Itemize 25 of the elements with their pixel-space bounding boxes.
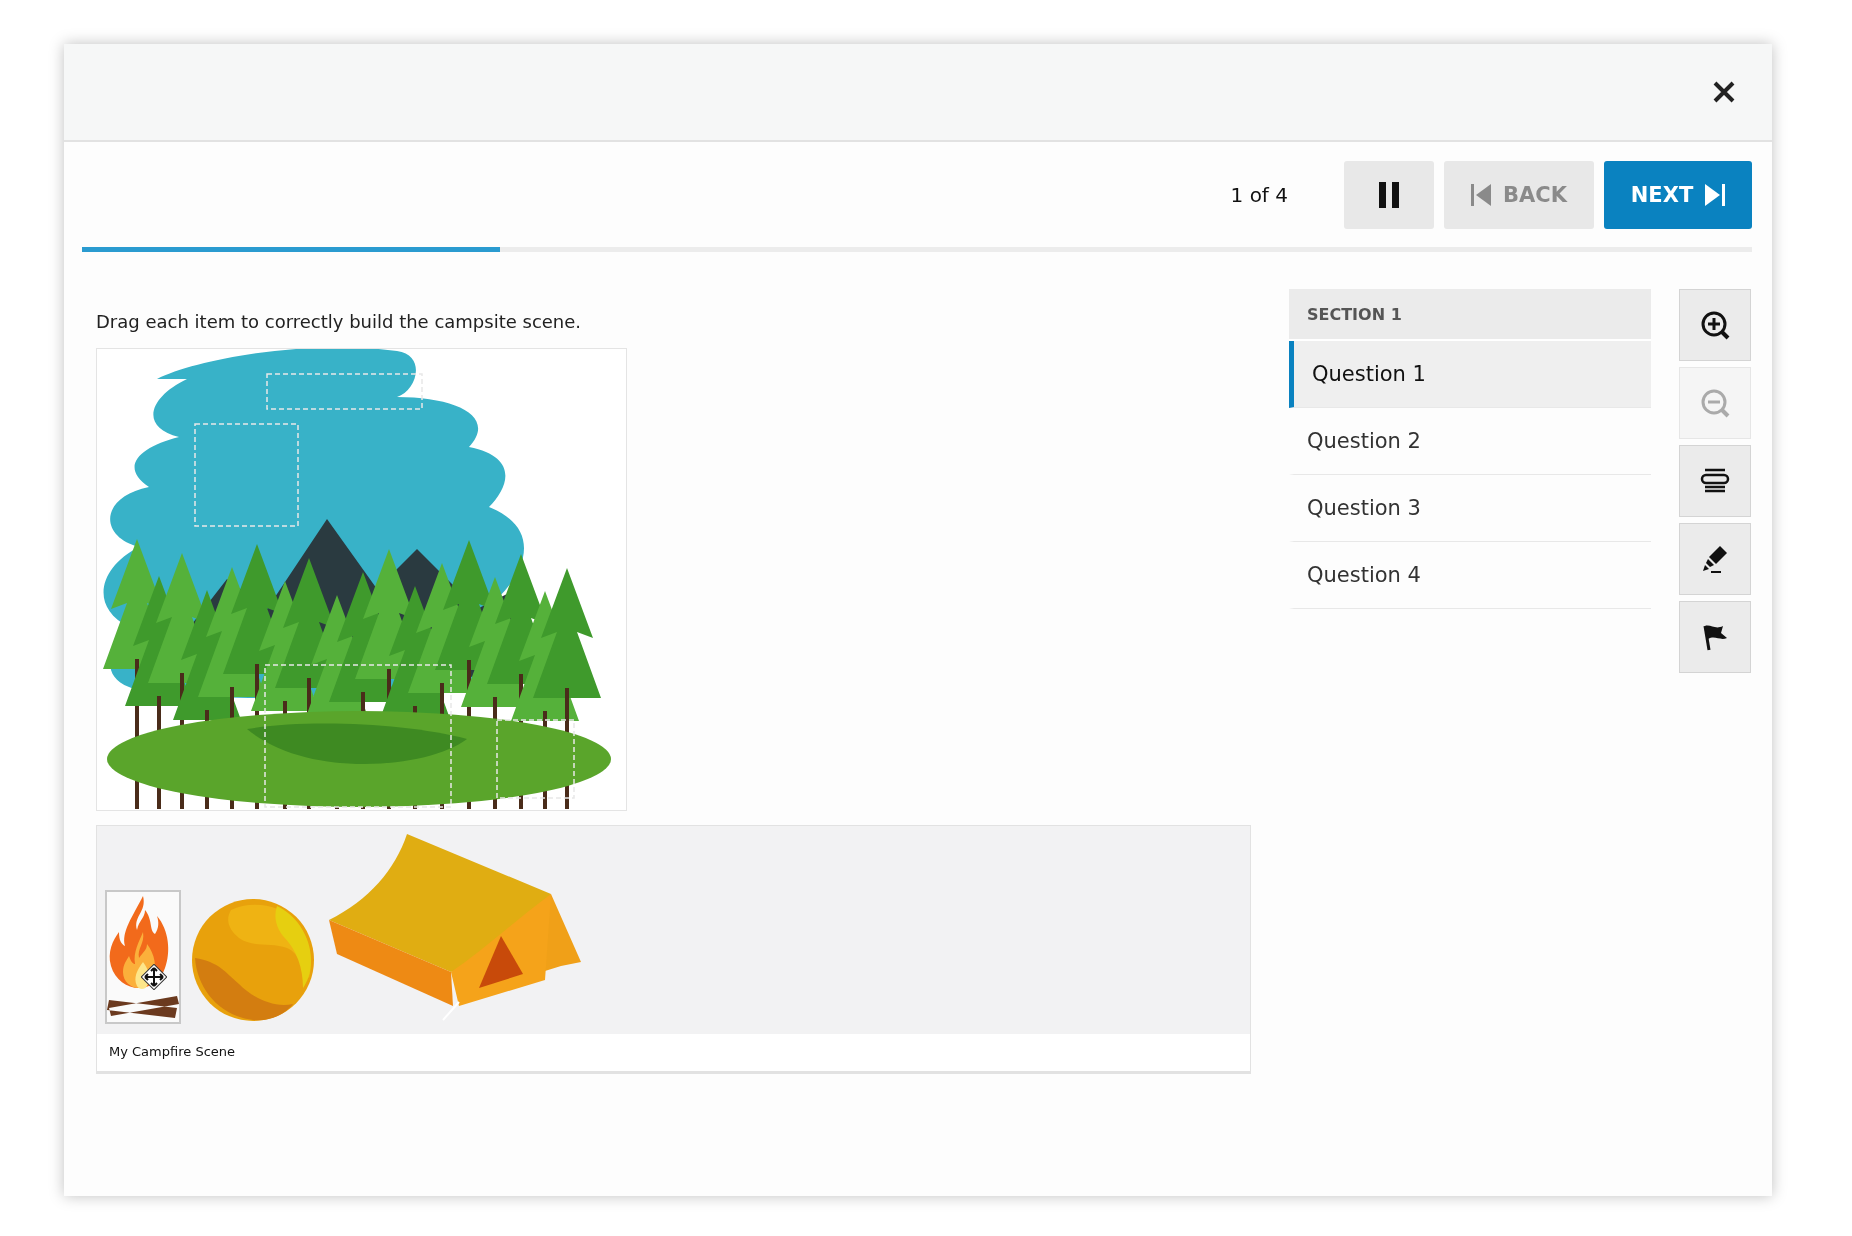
skip-forward-icon	[1705, 184, 1726, 206]
question-item[interactable]: Question 3	[1289, 475, 1651, 542]
zoom-in-icon	[1700, 310, 1730, 340]
question-item[interactable]: Question 2	[1289, 408, 1651, 475]
tent-drawing[interactable]	[327, 832, 583, 1022]
question-item[interactable]: Question 1	[1289, 341, 1651, 408]
tool-button[interactable]	[1679, 289, 1751, 361]
question-counter: 1 of 4	[1230, 183, 1288, 207]
pause-icon	[1379, 182, 1399, 208]
highlighter-icon	[1700, 544, 1730, 574]
line-reader-icon	[1700, 468, 1730, 494]
tool-button[interactable]	[1679, 601, 1751, 673]
move-icon	[141, 964, 167, 990]
skip-back-icon	[1471, 184, 1491, 206]
pause-button[interactable]	[1344, 161, 1434, 229]
tool-button[interactable]	[1679, 523, 1751, 595]
tool-button[interactable]	[1679, 445, 1751, 517]
close-icon	[1712, 80, 1736, 104]
next-button[interactable]: NEXT	[1604, 161, 1752, 229]
section-header: SECTION 1	[1289, 289, 1651, 341]
zoom-out-icon	[1700, 388, 1730, 418]
sun-drawing[interactable]	[191, 898, 315, 1022]
question-prompt: Drag each item to correctly build the campsite scene.	[96, 311, 583, 332]
drop-zone[interactable]	[496, 719, 575, 799]
question-item[interactable]: Question 4	[1289, 542, 1651, 609]
